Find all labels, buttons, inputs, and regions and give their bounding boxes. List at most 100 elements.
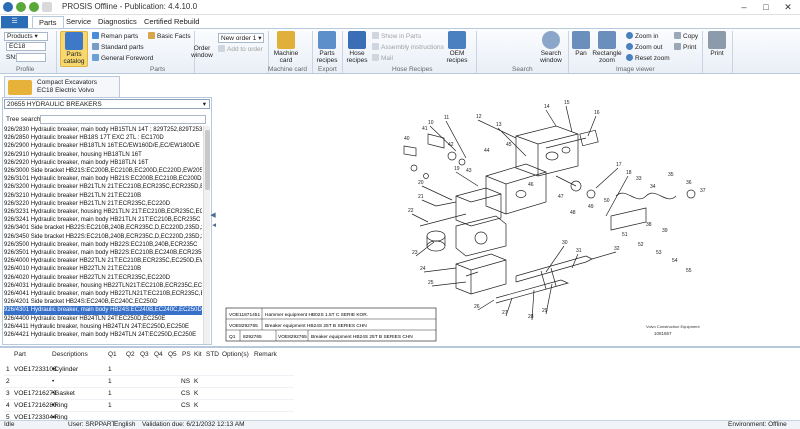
callout-number[interactable]: 38: [646, 222, 652, 228]
print-image-button[interactable]: Print: [674, 43, 696, 52]
tree-item[interactable]: 926/2830 Hydraulic breaker, main body HB…: [4, 126, 202, 134]
tree-item[interactable]: 926/3241 Hydraulic breaker, main body HB…: [4, 216, 202, 224]
callout-number[interactable]: 35: [668, 172, 674, 178]
callout-number[interactable]: 31: [576, 248, 582, 254]
callout-number[interactable]: 52: [638, 242, 644, 248]
tree-item[interactable]: 926/3220 Hydraulic breaker HB21TLN 21T:E…: [4, 200, 202, 208]
tree-item[interactable]: 926/4411 Hydraulic breaker, housing HB24…: [4, 323, 202, 331]
row-q1[interactable]: 1: [108, 390, 112, 397]
row-description[interactable]: •: [52, 378, 54, 385]
row-description[interactable]: •Cylinder: [52, 366, 78, 373]
copy-button[interactable]: Copy: [674, 32, 698, 41]
tree-item[interactable]: 926/4400 Hydraulic breaker HB24TLN 24T:E…: [4, 315, 202, 323]
order-window-button[interactable]: Order window: [188, 45, 216, 69]
forward-icon[interactable]: [29, 2, 39, 12]
tree-scrollbar[interactable]: [203, 126, 210, 344]
tab-diagnostics[interactable]: Diagnostics: [92, 16, 143, 28]
row-part[interactable]: VOE17233108: [14, 366, 57, 373]
tree-item[interactable]: 926/3200 Hydraulic breaker HB21TLN 21T:E…: [4, 183, 202, 191]
callout-number[interactable]: 44: [484, 148, 490, 154]
search-window-button[interactable]: Search window: [538, 31, 564, 67]
callout-number[interactable]: 10: [428, 120, 434, 126]
tree-search-input[interactable]: [40, 115, 206, 124]
row-q1[interactable]: 1: [108, 402, 112, 409]
tree-item[interactable]: 926/3231 Hydraulic breaker, housing HB21…: [4, 208, 202, 216]
col-ps[interactable]: PS: [182, 351, 191, 358]
callout-number[interactable]: 24: [420, 266, 426, 272]
callout-number[interactable]: 21: [418, 194, 424, 200]
callout-number[interactable]: 39: [662, 228, 668, 234]
row-ps[interactable]: CS: [181, 402, 190, 409]
tree-item[interactable]: 926/4421 Hydraulic breaker, main body HB…: [4, 331, 202, 339]
show-in-parts-button[interactable]: Show in Parts: [372, 32, 421, 41]
machine-card-button[interactable]: Machine card: [272, 31, 300, 67]
callout-number[interactable]: 18: [626, 170, 632, 176]
tree-item[interactable]: 926/3401 Side bracket HB22S:EC210B,240B,…: [4, 224, 202, 232]
callout-number[interactable]: 30: [562, 240, 568, 246]
callout-number[interactable]: 48: [570, 210, 576, 216]
row-description[interactable]: •Ring: [52, 402, 68, 409]
tree-item[interactable]: 926/4031 Hydraulic breaker, housing HB22…: [4, 282, 202, 290]
tab-certified-rebuild[interactable]: Certified Rebuild: [138, 16, 205, 28]
reset-zoom-button[interactable]: Reset zoom: [626, 54, 670, 63]
tree-item[interactable]: 926/4000 Hydraulic breaker HB22TLN 21T:E…: [4, 257, 202, 265]
tree-item[interactable]: 926/2920 Hydraulic breaker, main body HB…: [4, 159, 202, 167]
standard-parts-button[interactable]: Standard parts: [92, 43, 144, 52]
callout-number[interactable]: 33: [636, 176, 642, 182]
model-field[interactable]: EC18: [6, 42, 46, 51]
add-to-order-button[interactable]: Add to order: [218, 45, 263, 54]
callout-number[interactable]: 43: [466, 168, 472, 174]
callout-number[interactable]: 19: [454, 166, 460, 172]
callout-number[interactable]: 15: [564, 100, 570, 106]
col-q3[interactable]: Q3: [140, 351, 149, 358]
tree-item[interactable]: 926/3000 Side bracket HB21S:EC200B,EC210…: [4, 167, 202, 175]
row-index[interactable]: 1: [6, 366, 10, 373]
callout-number[interactable]: 23: [412, 250, 418, 256]
row-index[interactable]: 2: [6, 378, 10, 385]
callout-number[interactable]: 50: [604, 198, 610, 204]
parts-catalog-button[interactable]: Parts catalog: [60, 31, 88, 67]
callout-number[interactable]: 46: [528, 182, 534, 188]
col-options[interactable]: Option(s): [222, 351, 249, 358]
tree-item[interactable]: 926/4010 Hydraulic breaker HB22TLN 21T:E…: [4, 265, 202, 273]
reman-parts-button[interactable]: Reman parts: [92, 32, 138, 41]
pan-button[interactable]: Pan: [572, 31, 590, 67]
callout-number[interactable]: 17: [616, 162, 622, 168]
callout-number[interactable]: 22: [408, 208, 414, 214]
row-ps[interactable]: NS: [181, 378, 190, 385]
callout-number[interactable]: 11: [444, 115, 449, 121]
row-part[interactable]: VOE17216280: [14, 402, 57, 409]
callout-number[interactable]: 42: [448, 142, 454, 148]
oem-recipes-button[interactable]: OEM recipes: [444, 31, 470, 67]
tree-item[interactable]: 926/3501 Hydraulic breaker, main body HB…: [4, 249, 202, 257]
callout-number[interactable]: 40: [404, 136, 410, 142]
group-dropdown[interactable]: 20655 HYDRAULIC BREAKERS ▾: [4, 99, 210, 109]
col-std[interactable]: STD: [206, 351, 219, 358]
hose-recipes-button[interactable]: Hose recipes: [344, 31, 370, 67]
tree-item[interactable]: 926/2850 Hydraulic breaker HB18S 17T EXC…: [4, 134, 202, 142]
callout-number[interactable]: 34: [650, 184, 656, 190]
callout-number[interactable]: 26: [474, 304, 480, 310]
maximize-button[interactable]: □: [756, 1, 776, 13]
callout-number[interactable]: 53: [656, 250, 662, 256]
row-kit[interactable]: K: [194, 390, 198, 397]
scroll-thumb[interactable]: [205, 130, 210, 190]
print-button[interactable]: Print: [706, 31, 728, 67]
callout-number[interactable]: 55: [686, 268, 692, 274]
row-index[interactable]: 3: [6, 390, 10, 397]
row-kit[interactable]: K: [194, 378, 198, 385]
tree-item[interactable]: 926/4041 Hydraulic breaker, main body HB…: [4, 290, 202, 298]
callout-number[interactable]: 41: [422, 126, 428, 132]
tree-item[interactable]: 926/2900 Hydraulic breaker HB18TLN 16T:E…: [4, 142, 202, 150]
row-description[interactable]: •Gasket: [52, 390, 75, 397]
callout-number[interactable]: 32: [614, 246, 620, 252]
row-q1[interactable]: 1: [108, 378, 112, 385]
minimize-button[interactable]: –: [734, 1, 754, 13]
col-descriptions[interactable]: Descriptions: [52, 351, 88, 358]
file-tab[interactable]: ☰: [1, 16, 28, 28]
exploded-drawing[interactable]: 10 11 12 13 14 15 16 17 18 19 20 21 22 23 24 25 26 27 28 29…: [216, 76, 798, 346]
callout-number[interactable]: 51: [622, 232, 628, 238]
callout-number[interactable]: 29: [542, 308, 548, 314]
col-kit[interactable]: Kit: [194, 351, 202, 358]
callout-number[interactable]: 28: [528, 314, 534, 320]
